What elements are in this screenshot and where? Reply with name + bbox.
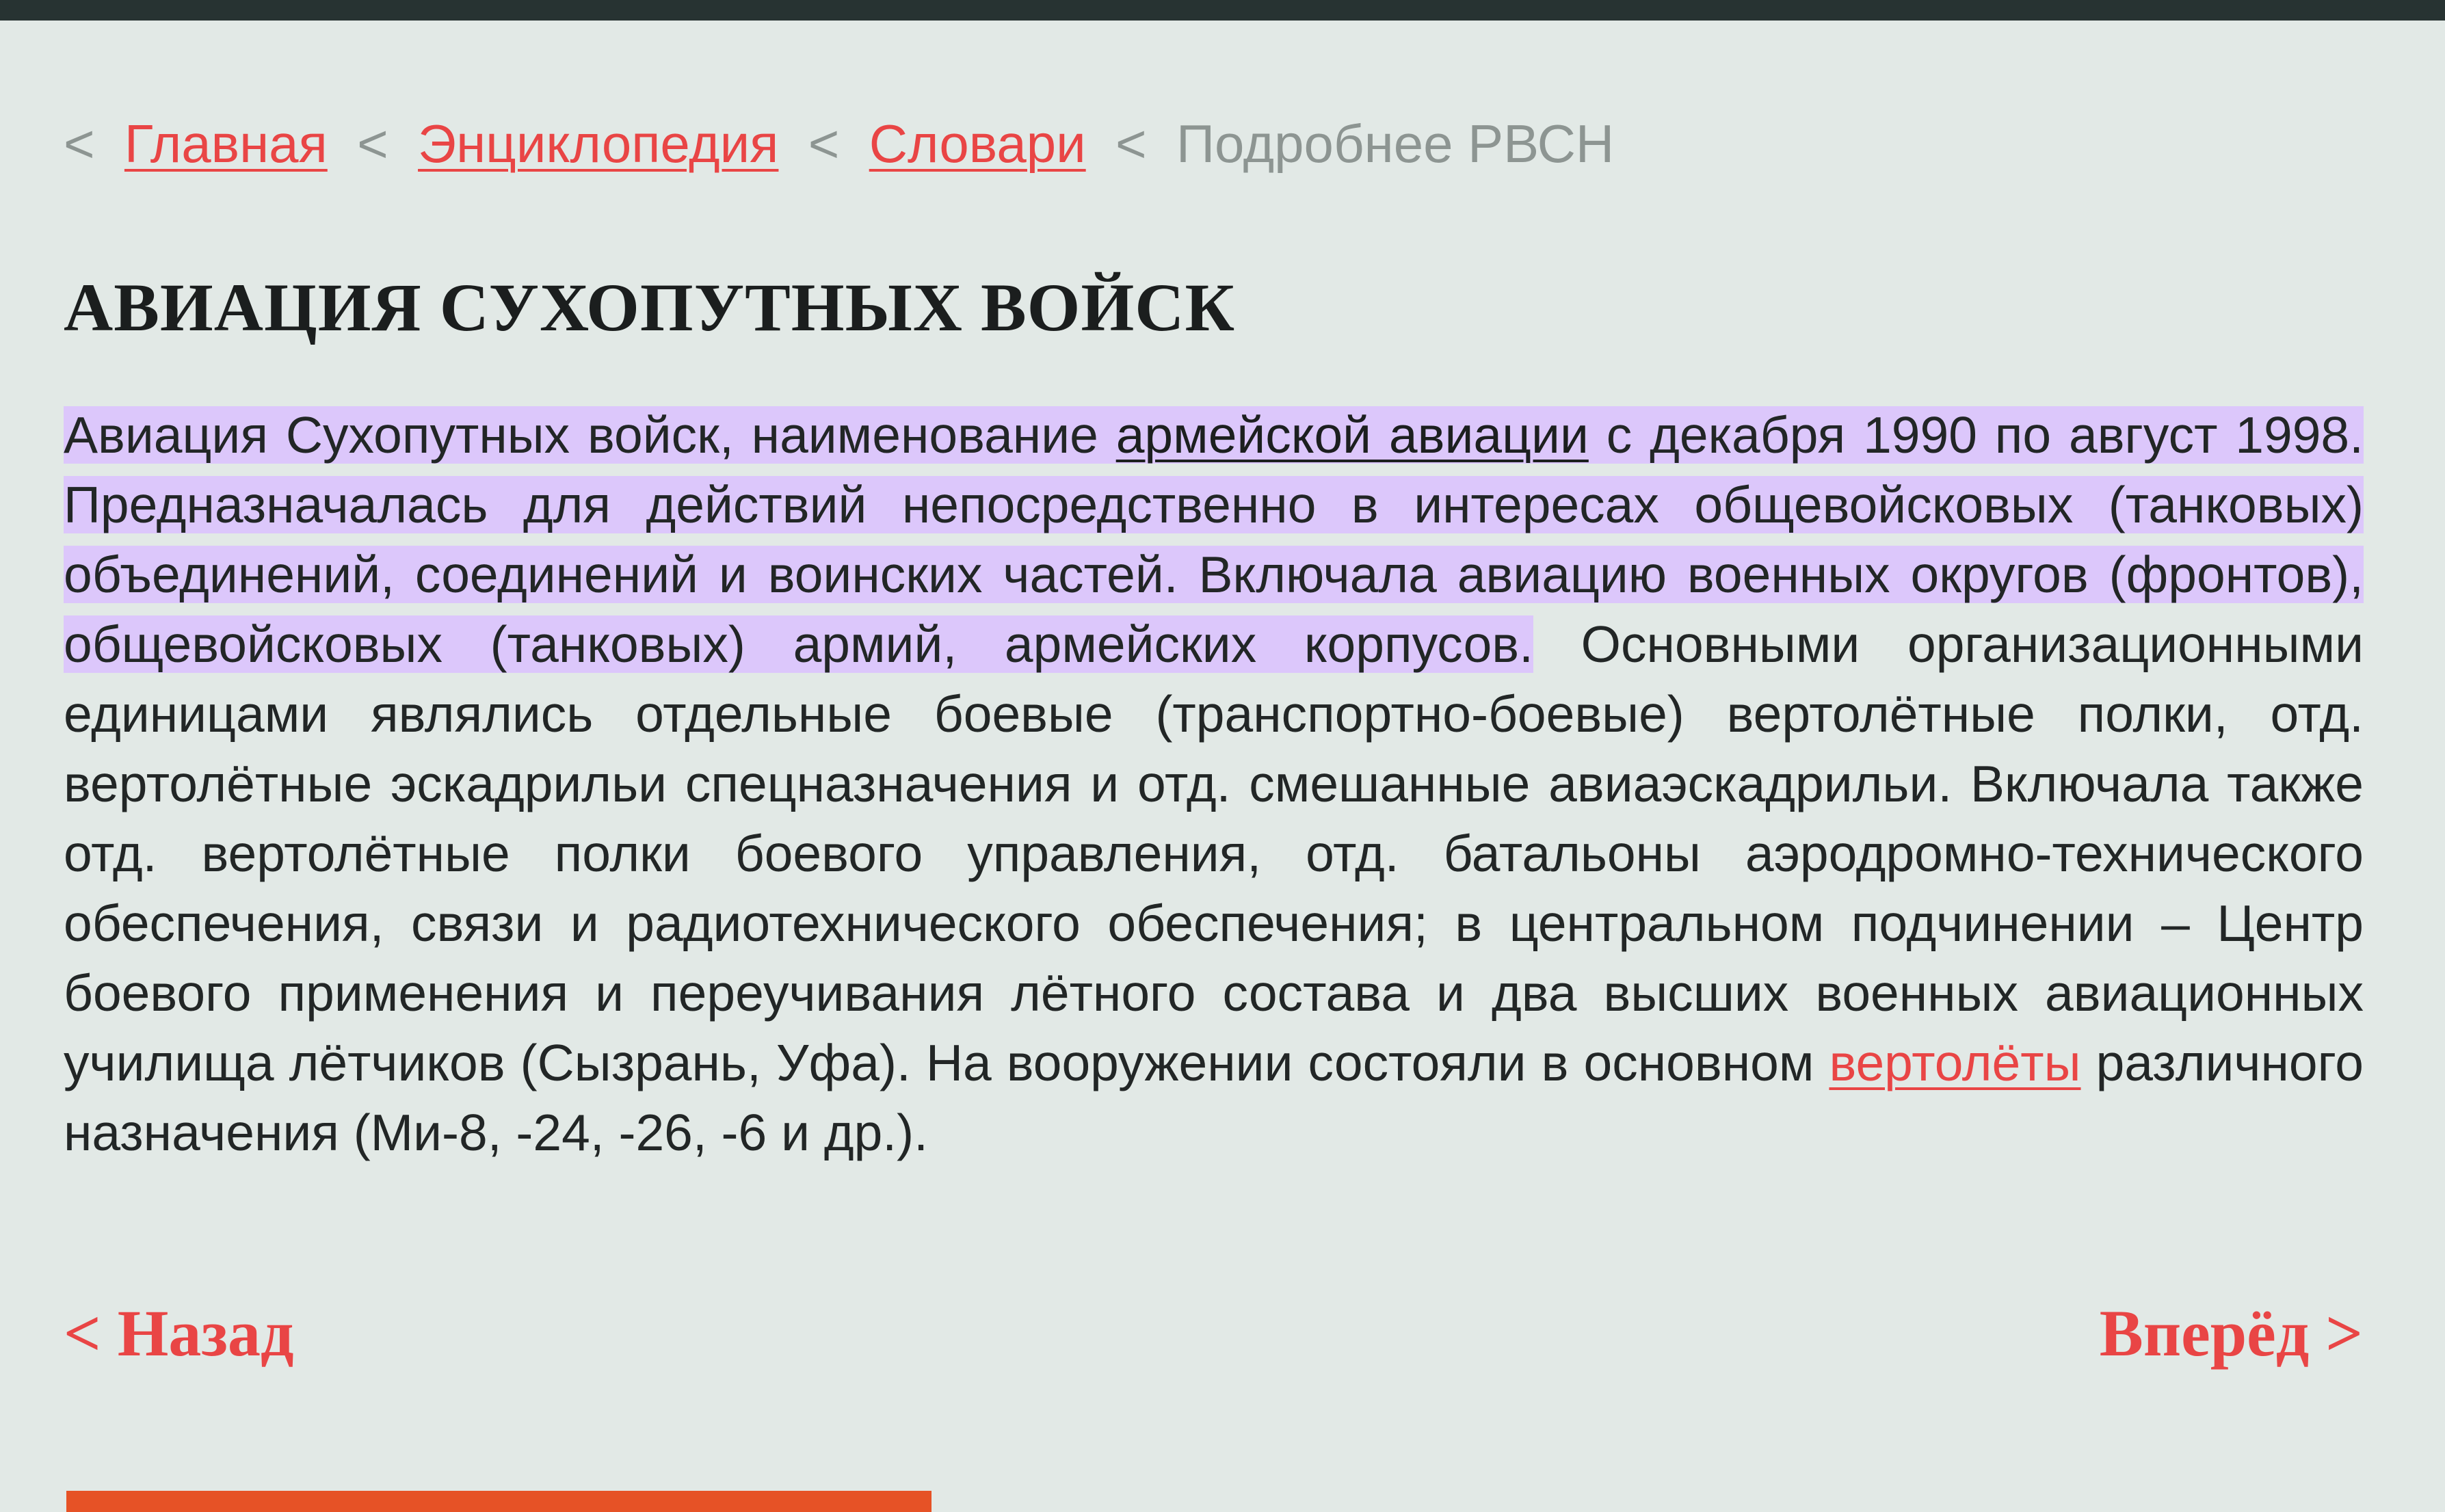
article-text[interactable]: Основными организационными единицами явл… bbox=[64, 615, 2364, 1091]
breadcrumb-link-dictionaries[interactable]: Словари bbox=[869, 114, 1086, 174]
top-bar bbox=[0, 0, 2445, 21]
breadcrumb-link-encyclopedia[interactable]: Энциклопедия bbox=[418, 114, 778, 174]
breadcrumb-separator: < bbox=[808, 114, 855, 174]
page-title: АВИАЦИЯ СУХОПУТНЫХ ВОЙСК bbox=[64, 269, 1235, 345]
breadcrumb-separator: < bbox=[64, 114, 110, 174]
bottom-accent-block bbox=[66, 1491, 931, 1512]
breadcrumb-link-home[interactable]: Главная bbox=[124, 114, 328, 174]
army-aviation-link[interactable]: армейской авиации bbox=[1116, 406, 1589, 464]
back-link[interactable]: < Назад bbox=[64, 1292, 294, 1375]
forward-link[interactable]: Вперёд > bbox=[2100, 1292, 2363, 1375]
article-text[interactable]: Авиация Сухопутных войск, наименование bbox=[64, 406, 1116, 464]
breadcrumb: < Главная < Энциклопедия < Словари < Под… bbox=[64, 109, 1614, 178]
helicopters-link[interactable]: вертолёты bbox=[1829, 1034, 2080, 1091]
breadcrumb-separator: < bbox=[357, 114, 404, 174]
breadcrumb-separator: < bbox=[1115, 114, 1162, 174]
article-body: Авиация Сухопутных войск, наименование а… bbox=[64, 400, 2364, 1167]
breadcrumb-current: Подробнее РВСН bbox=[1176, 114, 1615, 174]
